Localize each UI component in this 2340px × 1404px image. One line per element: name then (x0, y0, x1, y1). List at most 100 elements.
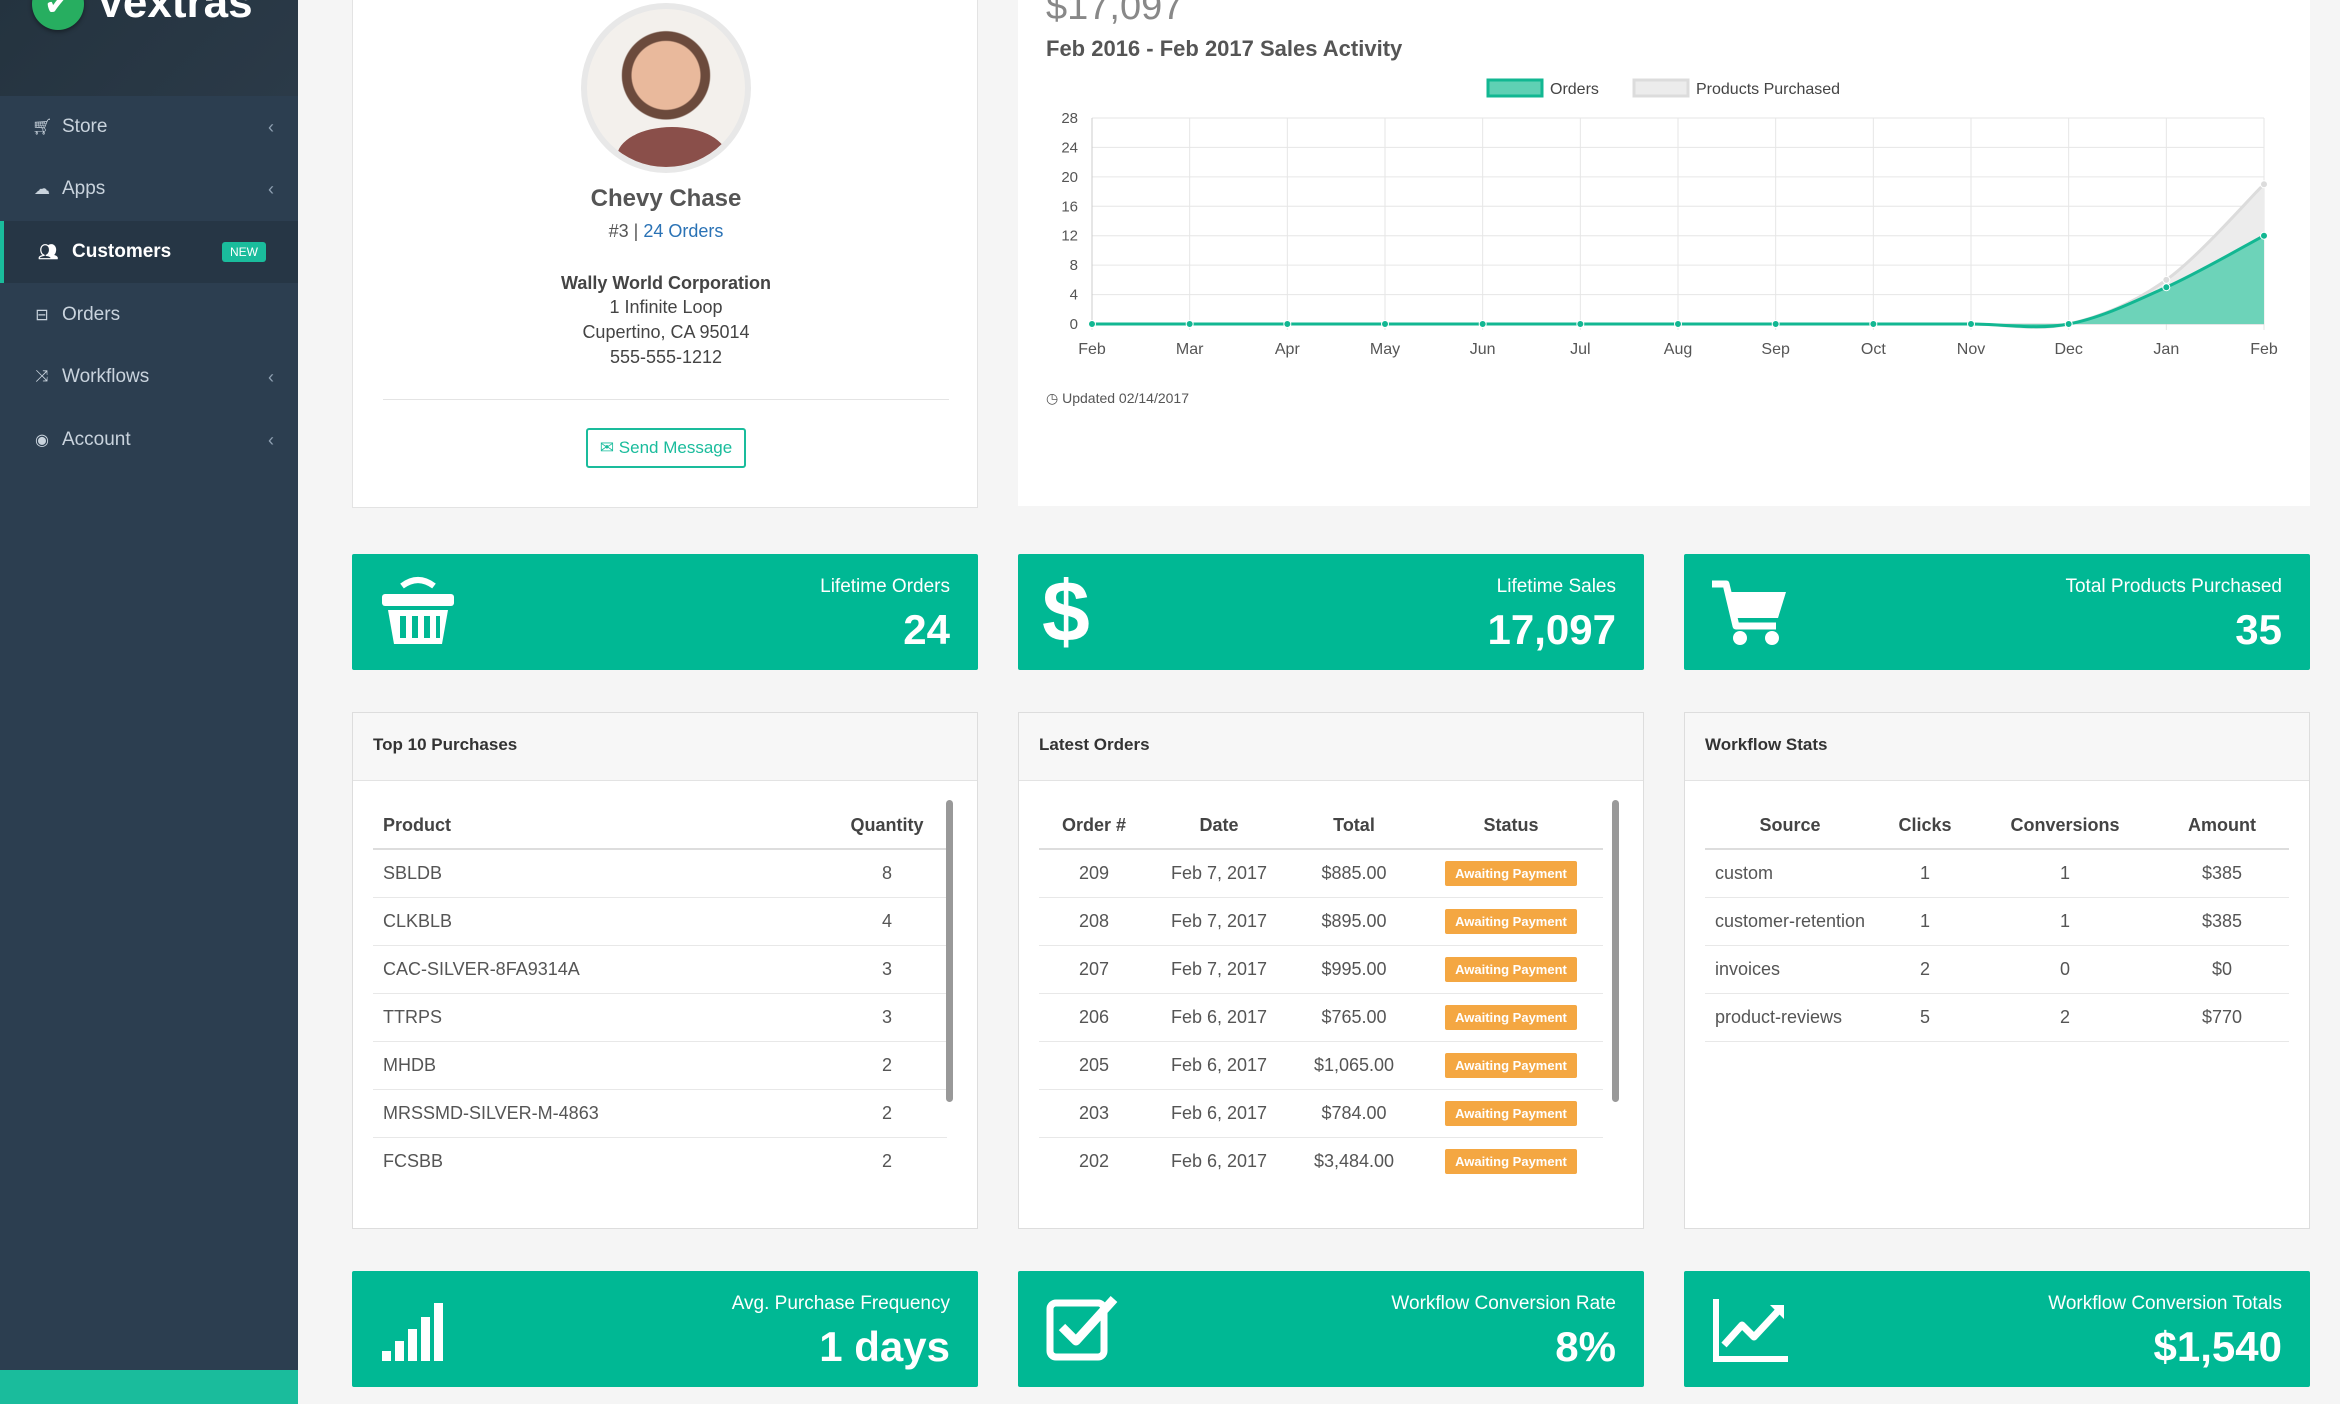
status-badge: Awaiting Payment (1445, 1100, 1577, 1126)
scrollbar[interactable] (1612, 800, 1619, 1102)
legend-label: Products Purchased (1696, 81, 1840, 98)
top-purchases-scroll[interactable]: Product Quantity SBLDB 8 CLKBLB 4 CAC-SILVER… (373, 803, 977, 1183)
sidebar-item-apps[interactable]: ☁ Apps ‹ (0, 158, 298, 220)
table-cell: 2 (827, 1089, 947, 1138)
tile-value: 24 (903, 606, 950, 653)
table-row[interactable]: 202 Feb 6, 2017 $3,484.00 Awaiting Payment (1039, 1137, 1603, 1181)
sales-total: $17,097 (1046, 0, 1184, 28)
send-message-button[interactable]: ✉ Send Message (586, 428, 746, 468)
status-badge: Awaiting Payment (1445, 1052, 1577, 1078)
tile-label: Workflow Conversion Totals (2048, 1293, 2282, 1314)
table-cell: 2 (1975, 993, 2155, 1042)
top-purchases-table: Product Quantity SBLDB 8 CLKBLB 4 CAC-SILVER… (373, 803, 947, 1183)
customer-name: Chevy Chase (590, 185, 742, 212)
x-tick-label: Jan (2153, 341, 2179, 358)
status-badge: Awaiting Payment (1445, 860, 1577, 886)
table-cell: 209 (1039, 849, 1149, 898)
sidebar-item-store[interactable]: 🛒︎ Store ‹ (0, 96, 298, 158)
latest-orders-scroll[interactable]: Order # Date Total Status 209 Feb 7, 2017… (1039, 803, 1613, 1181)
table-row: custom 1 1 $385 (1705, 849, 2289, 898)
chevron-left-icon: ‹ (268, 178, 274, 199)
sales-activity-panel: $17,097 Feb 2016 - Feb 2017 Sales Activi… (1018, 0, 2310, 506)
table-row[interactable]: 207 Feb 7, 2017 $995.00 Awaiting Payment (1039, 945, 1603, 994)
inbox-icon: ⊟ (35, 307, 49, 324)
sidebar-item-orders[interactable]: ⊟ Orders (0, 284, 298, 346)
table-row[interactable]: 209 Feb 7, 2017 $885.00 Awaiting Payment (1039, 849, 1603, 898)
sidebar-item-workflows[interactable]: ⤨ Workflows ‹ (0, 346, 298, 408)
panel-title: Latest Orders (1019, 713, 1643, 781)
cloud-icon: ☁ (34, 181, 50, 198)
sidebar-footer-bar (0, 1370, 298, 1404)
tile-label: Lifetime Sales (1496, 576, 1616, 597)
table-cell: 202 (1039, 1137, 1149, 1181)
table-cell: $385 (2155, 897, 2289, 946)
brand-name: Vextras (96, 0, 253, 27)
x-tick-label: Dec (2054, 341, 2082, 358)
divider (383, 399, 949, 400)
updated-timestamp: ◷ Updated 02/14/2017 (1046, 390, 1189, 407)
table-cell: TTRPS (373, 993, 827, 1042)
table-cell: Feb 6, 2017 (1149, 1137, 1289, 1181)
table-row: invoices 2 0 $0 (1705, 945, 2289, 994)
data-point (1576, 320, 1585, 328)
tile-value: $1,540 (2153, 1323, 2282, 1370)
table-row: CLKBLB 4 (373, 897, 947, 946)
latest-orders-panel: Latest Orders Order # Date Total Status … (1018, 712, 1644, 1229)
table-cell: 0 (1975, 945, 2155, 994)
sales-chart: 0 4 8 12 16 20 24 28 Feb Mar Apr May Jun Jul Aug Sep Oct… (1061, 78, 2278, 358)
user-circle-icon: ◉ (35, 432, 49, 449)
data-point (1283, 320, 1292, 328)
updated-label: Updated 02/14/2017 (1062, 390, 1189, 406)
table-cell: Awaiting Payment (1419, 849, 1603, 898)
y-tick-label: 28 (1061, 110, 1078, 127)
table-row: TTRPS 3 (373, 993, 947, 1042)
shuffle-icon: ⤨ (35, 368, 49, 385)
phone-number: 555-555-1212 (609, 347, 723, 367)
customer-rank: #3 (608, 221, 629, 241)
avatar (581, 3, 751, 173)
x-tick-label: Aug (1664, 341, 1692, 358)
dollar-icon: $ (1042, 564, 1090, 660)
workflow-stats-wrap: Source Clicks Conversions Amount custom 1… (1705, 803, 2289, 1183)
table-cell: CAC-SILVER-8FA9314A (373, 945, 827, 994)
x-tick-label: Sep (1761, 341, 1790, 358)
scrollbar[interactable] (946, 800, 953, 1102)
table-row[interactable]: 206 Feb 6, 2017 $765.00 Awaiting Payment (1039, 993, 1603, 1042)
y-tick-label: 4 (1070, 287, 1078, 304)
basket-icon (382, 577, 454, 644)
table-cell: $385 (2155, 849, 2289, 898)
y-tick-label: 8 (1070, 257, 1078, 274)
checkbox-icon (1046, 1295, 1118, 1361)
table-cell: Feb 6, 2017 (1149, 1041, 1289, 1090)
status-badge: Awaiting Payment (1445, 1148, 1577, 1174)
legend-swatch-orders (1486, 78, 1544, 98)
sidebar: ✔ Vextras 🛒︎ Store ‹ ☁ Apps ‹ 👥︎ Custome… (0, 0, 298, 1404)
conversion-totals-tile: Workflow Conversion Totals $1,540 (1684, 1271, 2310, 1387)
address-line-2: Cupertino, CA 95014 (582, 322, 750, 342)
column-header: Source (1705, 803, 1875, 850)
table-cell: 1 (1875, 897, 1975, 946)
table-row: CAC-SILVER-8FA9314A 3 (373, 945, 947, 994)
sidebar-item-customers[interactable]: 👥︎ Customers NEW (0, 221, 298, 283)
x-tick-label: Feb (1078, 341, 1106, 358)
data-point (1967, 320, 1975, 328)
table-row[interactable]: 205 Feb 6, 2017 $1,065.00 Awaiting Payment (1039, 1041, 1603, 1090)
customer-profile-card: Chevy Chase #3 | 24 Orders Wally World C… (352, 0, 978, 508)
table-cell: 3 (827, 945, 947, 994)
table-cell: 2 (827, 1041, 947, 1090)
table-cell: Feb 7, 2017 (1149, 945, 1289, 994)
table-cell: Feb 6, 2017 (1149, 1089, 1289, 1138)
x-tick-label: Feb (2250, 341, 2278, 358)
table-row[interactable]: 203 Feb 6, 2017 $784.00 Awaiting Payment (1039, 1089, 1603, 1138)
table-cell: 207 (1039, 945, 1149, 994)
table-cell: 208 (1039, 897, 1149, 946)
chevron-left-icon: ‹ (268, 366, 274, 387)
sidebar-item-account[interactable]: ◉ Account ‹ (0, 409, 298, 471)
orders-link[interactable]: 24 Orders (643, 221, 723, 241)
table-cell: CLKBLB (373, 897, 827, 946)
x-tick-label: Jun (1470, 341, 1496, 358)
tile-label: Avg. Purchase Frequency (731, 1293, 950, 1314)
table-cell: 2 (827, 1137, 947, 1183)
table-row[interactable]: 208 Feb 7, 2017 $895.00 Awaiting Payment (1039, 897, 1603, 946)
panel-title: Workflow Stats (1685, 713, 2309, 781)
